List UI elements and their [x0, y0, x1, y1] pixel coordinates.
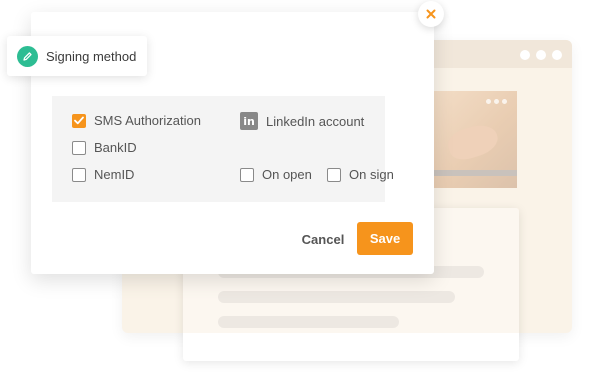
sms-authorization-option[interactable]: SMS Authorization	[72, 113, 201, 128]
nemid-label: NemID	[94, 167, 135, 182]
cancel-button[interactable]: Cancel	[297, 228, 349, 250]
nemid-option[interactable]: NemID	[72, 167, 134, 182]
sms-authorization-checkbox[interactable]	[72, 113, 86, 128]
hand-image	[444, 120, 502, 164]
linkedin-label: LinkedIn account	[266, 113, 365, 129]
nemid-checkbox[interactable]	[72, 167, 86, 182]
on-sign-option[interactable]: On sign	[327, 167, 394, 182]
sms-authorization-label: SMS Authorization	[94, 113, 201, 128]
close-button[interactable]	[418, 1, 444, 27]
on-sign-label: On sign	[349, 167, 394, 182]
window-dot-icon	[536, 50, 546, 60]
on-sign-checkbox[interactable]	[327, 167, 341, 182]
on-open-checkbox[interactable]	[240, 167, 254, 182]
on-open-option[interactable]: On open	[240, 167, 312, 182]
placeholder-line	[218, 291, 455, 303]
pencil-icon	[17, 45, 38, 67]
signing-method-badge: Signing method	[7, 36, 147, 76]
background-photo	[434, 91, 517, 188]
checkmark-icon	[74, 116, 84, 125]
photo-dot-icon	[486, 99, 491, 104]
bankid-checkbox[interactable]	[72, 140, 86, 155]
signing-method-title: Signing method	[46, 48, 137, 64]
laptop-image	[434, 170, 517, 176]
window-dot-icon	[520, 50, 530, 60]
save-button[interactable]: Save	[357, 222, 413, 255]
bankid-option[interactable]: BankID	[72, 140, 137, 155]
photo-dot-icon	[494, 99, 499, 104]
photo-dot-icon	[502, 99, 507, 104]
linkedin-icon: in	[240, 112, 258, 130]
linkedin-option[interactable]: in LinkedIn account	[240, 112, 364, 130]
on-open-label: On open	[262, 167, 312, 182]
bankid-label: BankID	[94, 140, 137, 155]
placeholder-line	[218, 316, 399, 328]
window-dot-icon	[552, 50, 562, 60]
close-icon	[426, 9, 436, 19]
